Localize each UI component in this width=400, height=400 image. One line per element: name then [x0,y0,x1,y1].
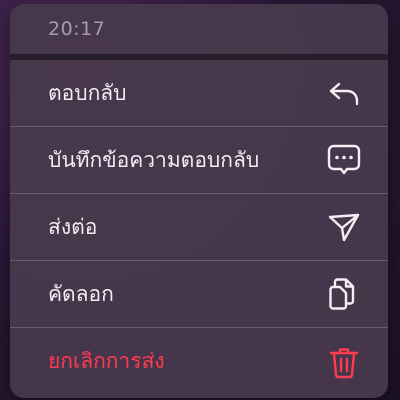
menu-item-save-reply[interactable]: บันทึกข้อความตอบกลับ [10,127,388,194]
menu-item-label: บันทึกข้อความตอบกลับ [48,147,260,172]
menu-header: 20:17 [10,4,388,60]
context-menu: 20:17 ตอบกลับ บันทึกข้อความตอบกลับ ส่งต่… [10,4,388,398]
trash-icon [324,342,364,382]
menu-item-label: คัดลอก [48,281,114,306]
copy-icon [324,274,364,314]
menu-item-label: ส่งต่อ [48,214,98,239]
timestamp: 20:17 [48,18,106,40]
menu-item-label: ยกเลิกการส่ง [48,349,165,373]
menu-item-unsend[interactable]: ยกเลิกการส่ง [10,328,388,395]
menu-item-copy[interactable]: คัดลอก [10,261,388,328]
menu-item-forward[interactable]: ส่งต่อ [10,194,388,261]
reply-icon [324,73,364,113]
message-bubble-icon [324,140,364,180]
menu-item-reply[interactable]: ตอบกลับ [10,60,388,127]
send-icon [324,207,364,247]
menu-item-label: ตอบกลับ [48,80,127,105]
